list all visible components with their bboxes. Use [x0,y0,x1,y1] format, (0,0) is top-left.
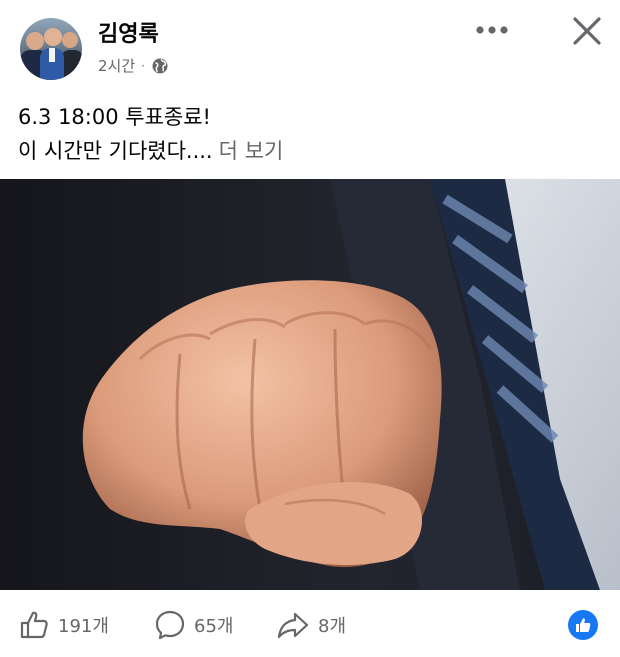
thumbs-up-icon [20,611,48,639]
like-count: 191개 [58,616,109,637]
comment-button[interactable]: 65개 [154,608,233,642]
like-button[interactable]: 191개 [18,608,109,642]
more-options-button[interactable] [470,15,514,45]
author-name[interactable]: 김영록 [98,16,159,48]
post-actions: 191개 65개 8개 [0,600,620,652]
comment-bubble-icon [155,610,185,640]
post-text-line-2-content: 이 시간만 기다렸다.... [18,139,213,163]
close-icon [573,17,601,45]
fist-photo [0,179,620,590]
close-button[interactable] [566,10,608,52]
post-text-line-1: 6.3 18:00 투표종료! [18,105,211,129]
post-text-line-2: 이 시간만 기다렸다.... 더 보기 [18,134,608,168]
see-more-link[interactable]: 더 보기 [219,139,284,163]
share-arrow-icon [277,612,309,639]
post-header: 김영록 2시간 · [0,0,620,90]
post-text: 6.3 18:00 투표종료! 이 시간만 기다렸다.... 더 보기 [18,100,608,168]
globe-icon [152,58,168,73]
post-meta: 2시간 · [98,55,169,76]
post-time[interactable]: 2시간 [98,55,135,76]
author-avatar[interactable] [20,18,82,80]
comment-count: 65개 [194,616,234,637]
share-count: 8개 [318,616,347,637]
post-photo[interactable] [0,179,620,590]
meta-separator: · [141,58,145,73]
share-button[interactable]: 8개 [276,608,346,642]
more-dots-icon [476,26,508,34]
like-reaction-icon [568,610,598,640]
